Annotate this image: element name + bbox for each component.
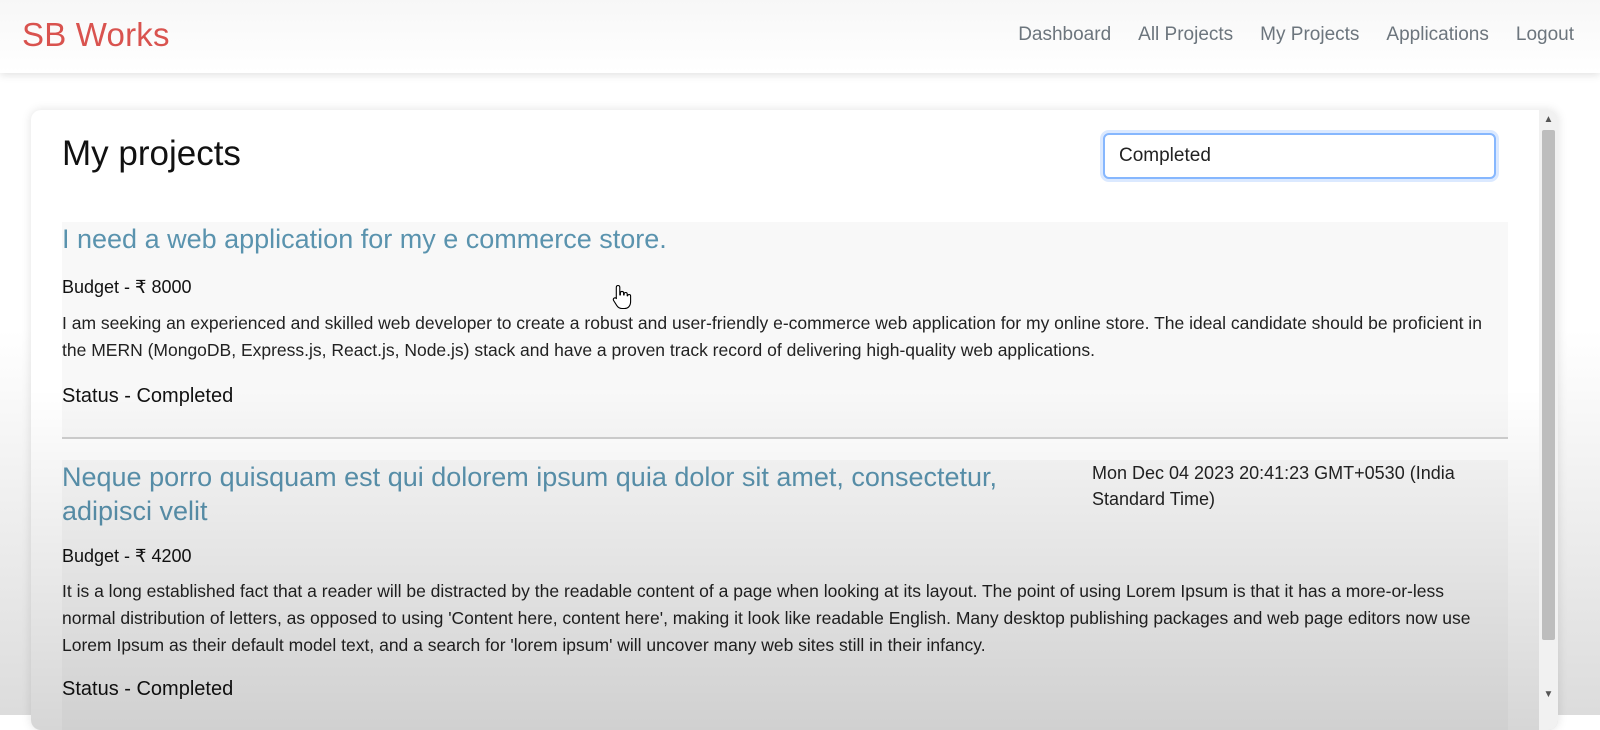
my-projects-card: My projects Completed I need a web appli…: [31, 110, 1558, 730]
project-description: It is a long established fact that a rea…: [62, 581, 1471, 655]
top-navbar: SB Works Dashboard All Projects My Proje…: [0, 0, 1600, 73]
nav-links: Dashboard All Projects My Projects Appli…: [1018, 24, 1574, 46]
project-card[interactable]: I need a web application for my e commer…: [62, 222, 1508, 439]
nav-link-applications[interactable]: Applications: [1386, 24, 1488, 46]
triangle-up-icon[interactable]: ▲: [1539, 110, 1558, 130]
hand-pointer-icon: [612, 284, 632, 310]
vertical-scrollbar[interactable]: ▲ ▼: [1539, 110, 1558, 730]
project-description: I am seeking an experienced and skilled …: [62, 313, 1482, 360]
project-date: Mon Dec 04 2023 20:41:23 GMT+0530 (India…: [1092, 463, 1455, 509]
page-title: My projects: [62, 134, 241, 173]
project-card[interactable]: Neque porro quisquam est qui dolorem ips…: [62, 460, 1508, 730]
project-status: Status - Completed: [62, 678, 234, 700]
project-status: Status - Completed: [62, 385, 234, 407]
project-title[interactable]: I need a web application for my e commer…: [62, 222, 1162, 256]
project-title[interactable]: Neque porro quisquam est qui dolorem ips…: [62, 460, 1062, 528]
nav-link-all-projects[interactable]: All Projects: [1138, 24, 1233, 46]
project-budget: Budget - ₹ 8000: [62, 277, 192, 297]
status-filter-select[interactable]: Completed: [1103, 133, 1496, 179]
nav-link-dashboard[interactable]: Dashboard: [1018, 24, 1111, 46]
project-budget: Budget - ₹ 4200: [62, 546, 192, 566]
brand-logo[interactable]: SB Works: [22, 16, 170, 54]
nav-link-logout[interactable]: Logout: [1516, 24, 1574, 46]
triangle-down-icon[interactable]: ▼: [1539, 685, 1558, 705]
nav-link-my-projects[interactable]: My Projects: [1260, 24, 1359, 46]
scrollbar-thumb[interactable]: [1542, 130, 1555, 640]
